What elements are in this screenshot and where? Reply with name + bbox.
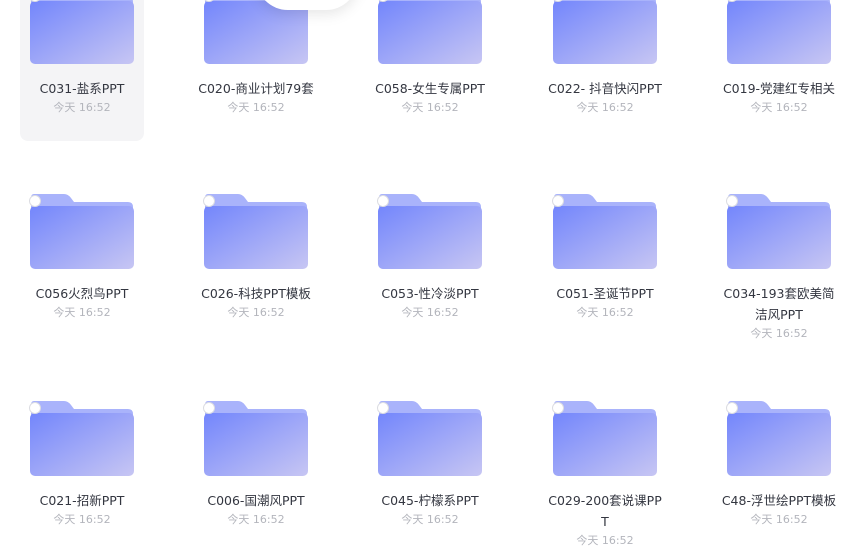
folder-icon — [378, 401, 482, 476]
folder-icon — [553, 401, 657, 476]
folder-item[interactable]: C020-商业计划79套 今天 16:52 — [194, 0, 318, 138]
modified-time: 今天 16:52 — [227, 101, 285, 114]
modified-time: 今天 16:52 — [750, 513, 808, 526]
folder-item[interactable]: C022- 抖音快闪PPT 今天 16:52 — [543, 0, 667, 138]
folder-name: C029-200套说课PPT — [548, 493, 662, 529]
folder-item[interactable]: C058-女生专属PPT 今天 16:52 — [368, 0, 492, 138]
folder-name: C022- 抖音快闪PPT — [548, 81, 662, 96]
folder-icon — [378, 194, 482, 269]
folder-item[interactable]: C031-盐系PPT 今天 16:52 — [20, 0, 144, 141]
select-checkbox[interactable] — [552, 195, 564, 207]
folder-icon — [727, 194, 831, 269]
modified-time: 今天 16:52 — [227, 306, 285, 319]
folder-icon — [30, 194, 134, 269]
select-checkbox[interactable] — [726, 402, 738, 414]
file-grid: C031-盐系PPT 今天 16:52 C020-商业计划79套 今天 16:52 C0… — [0, 0, 861, 547]
folder-name: C051-圣诞节PPT — [556, 286, 654, 301]
modified-time: 今天 16:52 — [750, 101, 808, 114]
select-checkbox[interactable] — [552, 402, 564, 414]
folder-icon — [378, 0, 482, 64]
select-checkbox[interactable] — [203, 402, 215, 414]
folder-icon — [727, 401, 831, 476]
folder-item[interactable]: C48-浮世绘PPT模板 今天 16:52 — [717, 400, 841, 550]
modified-time: 今天 16:52 — [576, 306, 634, 319]
folder-icon — [204, 194, 308, 269]
modified-time: 今天 16:52 — [576, 534, 634, 547]
folder-icon — [204, 401, 308, 476]
folder-name: C034-193套欧美简洁风PPT — [723, 286, 835, 322]
folder-item[interactable]: C029-200套说课PPT 今天 16:52 — [543, 400, 667, 550]
modified-time: 今天 16:52 — [750, 327, 808, 340]
select-checkbox[interactable] — [726, 195, 738, 207]
folder-icon — [553, 0, 657, 64]
modified-time: 今天 16:52 — [401, 513, 459, 526]
folder-name: C019-党建红专相关 — [722, 81, 836, 96]
folder-name: C058-女生专属PPT — [375, 81, 485, 96]
modified-time: 今天 16:52 — [401, 101, 459, 114]
folder-name: C031-盐系PPT — [39, 81, 125, 96]
select-checkbox[interactable] — [29, 195, 41, 207]
folder-name: C021-招新PPT — [39, 493, 125, 508]
folder-name: C056火烈鸟PPT — [35, 286, 129, 301]
folder-item[interactable]: C045-柠檬系PPT 今天 16:52 — [368, 400, 492, 550]
modified-time: 今天 16:52 — [53, 306, 111, 319]
select-checkbox[interactable] — [377, 402, 389, 414]
folder-item[interactable]: C021-招新PPT 今天 16:52 — [20, 400, 144, 550]
folder-item[interactable]: C006-国潮风PPT 今天 16:52 — [194, 400, 318, 550]
modified-time: 今天 16:52 — [53, 101, 111, 114]
select-checkbox[interactable] — [203, 195, 215, 207]
modified-time: 今天 16:52 — [576, 101, 634, 114]
folder-item[interactable]: C019-党建红专相关 今天 16:52 — [717, 0, 841, 138]
folder-item[interactable]: C026-科技PPT模板 今天 16:52 — [194, 193, 318, 343]
select-checkbox[interactable] — [377, 195, 389, 207]
folder-icon — [727, 0, 831, 64]
folder-name: C026-科技PPT模板 — [201, 286, 311, 301]
folder-item[interactable]: C034-193套欧美简洁风PPT 今天 16:52 — [717, 193, 841, 343]
select-checkbox[interactable] — [29, 402, 41, 414]
folder-item[interactable]: C051-圣诞节PPT 今天 16:52 — [543, 193, 667, 343]
folder-name: C006-国潮风PPT — [207, 493, 305, 508]
folder-item[interactable]: C053-性冷淡PPT 今天 16:52 — [368, 193, 492, 343]
folder-name: C053-性冷淡PPT — [381, 286, 479, 301]
modified-time: 今天 16:52 — [227, 513, 285, 526]
folder-icon — [30, 0, 134, 64]
modified-time: 今天 16:52 — [53, 513, 111, 526]
modified-time: 今天 16:52 — [401, 306, 459, 319]
folder-name: C48-浮世绘PPT模板 — [721, 493, 837, 508]
folder-name: C045-柠檬系PPT — [381, 493, 479, 508]
folder-icon — [30, 401, 134, 476]
folder-name: C020-商业计划79套 — [198, 81, 314, 96]
folder-icon — [553, 194, 657, 269]
folder-item[interactable]: C056火烈鸟PPT 今天 16:52 — [20, 193, 144, 343]
